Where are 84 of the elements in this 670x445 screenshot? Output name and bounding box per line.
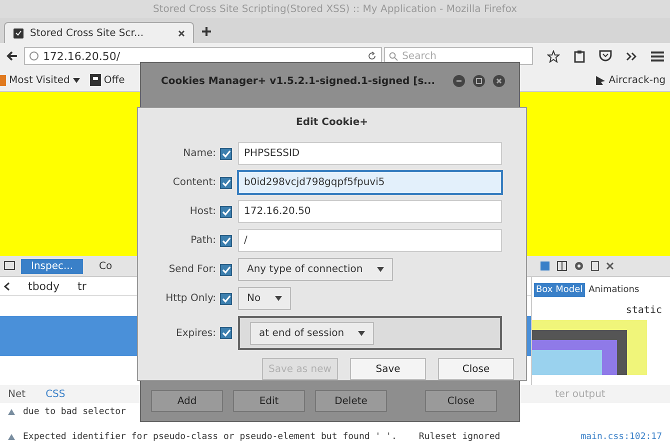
bookmark-item[interactable]: Offe [90, 74, 125, 86]
dialog-button[interactable]: Close [438, 358, 514, 380]
checkbox[interactable] [220, 264, 232, 276]
field-label: Expires: [175, 328, 217, 338]
page-icon [13, 28, 24, 38]
check-icon [222, 329, 230, 337]
caret-icon [274, 296, 282, 301]
bookmark-item[interactable]: Most Visited [0, 74, 80, 86]
clipboard-icon[interactable] [574, 50, 586, 62]
bookmark-icon [90, 74, 101, 86]
bookmark-item[interactable]: Aircrack-ng [594, 74, 666, 86]
console-message: due to bad selector [23, 407, 126, 417]
reload-icon[interactable] [367, 51, 378, 61]
warning-icon [8, 434, 15, 440]
dialog-title: Cookies Manager+ v1.5.2.1-signed.1-signed [s... [161, 76, 436, 86]
check-icon [222, 236, 230, 244]
globe-icon [28, 51, 39, 61]
split-icon[interactable] [557, 261, 567, 271]
checkbox[interactable] [220, 206, 232, 218]
dialog-button[interactable]: Delete [315, 390, 387, 412]
caret-icon [376, 267, 384, 272]
settings-icon[interactable] [574, 261, 584, 271]
minimize-icon[interactable] [453, 75, 465, 87]
console-filter[interactable]: Net [8, 388, 26, 400]
check-icon [222, 266, 230, 274]
text-field[interactable]: PHPSESSID [238, 142, 502, 165]
dropdown[interactable]: No [238, 287, 291, 310]
sidebar-tab[interactable]: Box Model [534, 283, 585, 297]
text-field[interactable]: / [238, 229, 502, 252]
checkbox[interactable] [220, 234, 232, 246]
dialog-button[interactable]: Add [151, 390, 223, 412]
checkbox[interactable] [220, 292, 232, 304]
menu-icon[interactable] [651, 50, 664, 62]
check-icon [222, 150, 230, 158]
check-icon [222, 178, 230, 186]
close-icon[interactable] [493, 75, 505, 87]
console-message: Expected identifier for pseudo-class or pseudo-element but found ' '. [23, 432, 397, 442]
checkbox[interactable] [220, 176, 232, 188]
console-note: Ruleset ignored [418, 432, 500, 442]
source-link[interactable]: main.css:102:17 [580, 432, 662, 442]
text-field[interactable]: 172.16.20.50 [238, 200, 502, 223]
dock-icon[interactable] [540, 261, 550, 271]
dialog-title: Edit Cookie+ [295, 116, 369, 130]
warning-icon [8, 409, 15, 415]
field-label: Send For: [168, 264, 217, 275]
dropdown[interactable]: at end of session [250, 322, 374, 344]
field-label: Http Only: [164, 293, 217, 304]
check-icon [222, 294, 230, 302]
back-icon[interactable] [6, 50, 18, 62]
checkbox[interactable] [220, 148, 232, 160]
breadcrumb[interactable]: tr [78, 280, 86, 292]
close-icon[interactable] [178, 30, 185, 36]
chevron-left-icon[interactable] [4, 282, 10, 290]
dialog-button[interactable]: Edit [233, 390, 305, 412]
maximize-icon[interactable] [473, 75, 485, 87]
star-icon[interactable] [547, 50, 560, 62]
devtools-tab[interactable]: Inspec... [21, 258, 84, 274]
field-label: Content: [172, 177, 217, 188]
console-filter[interactable]: CSS [46, 388, 66, 400]
checkbox[interactable] [220, 327, 232, 339]
shield-icon[interactable] [599, 50, 612, 62]
tab-title: Stored Cross Site Scr... [30, 28, 145, 38]
breadcrumb[interactable]: tbody [28, 280, 60, 292]
pick-element-icon[interactable] [4, 260, 15, 272]
dialog-button[interactable]: Save [350, 358, 426, 380]
sidebar-tab[interactable]: Animations [586, 283, 642, 297]
window-title: Stored Cross Site Scripting(Stored XSS) :: My Application - Mozilla Firefox [152, 4, 518, 14]
text-field[interactable]: b0id298vcjd798gqpf5fpuvi5 [238, 171, 502, 194]
field-label: Name: [182, 148, 217, 159]
field-label: Path: [190, 235, 217, 246]
dialog-button[interactable]: Close [425, 390, 497, 412]
link-icon [594, 74, 606, 86]
check-icon [222, 208, 230, 216]
caret-icon [358, 330, 366, 336]
dropdown[interactable]: Any type of connection [238, 258, 393, 281]
position-value: static [624, 304, 663, 318]
devtools-tab[interactable]: Co [89, 258, 122, 274]
new-tab-icon[interactable] [202, 27, 211, 36]
browser-tab[interactable]: Stored Cross Site Scr... [4, 22, 194, 43]
caret-icon [72, 78, 80, 82]
close-icon[interactable] [606, 262, 614, 270]
panel-icon[interactable] [591, 261, 599, 271]
overflow-icon[interactable] [626, 52, 638, 60]
field-label: Host: [188, 206, 217, 217]
